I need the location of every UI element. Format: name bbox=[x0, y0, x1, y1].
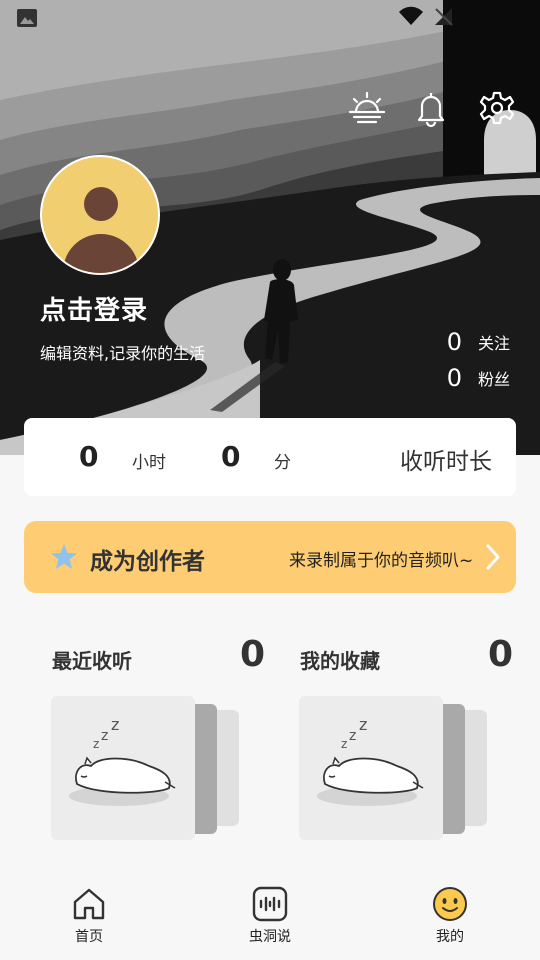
svg-text:z: z bbox=[341, 737, 347, 751]
hours-unit: 小时 bbox=[132, 453, 166, 473]
svg-text:z: z bbox=[101, 728, 108, 744]
star-icon bbox=[51, 544, 77, 569]
recent-listening-title[interactable]: 最近收听 bbox=[52, 645, 132, 674]
nav-label-home: 首页 bbox=[75, 929, 103, 945]
bell-icon bbox=[417, 93, 445, 128]
wifi-icon bbox=[399, 6, 423, 25]
avatar-head bbox=[84, 187, 118, 221]
signal-icon bbox=[435, 8, 453, 26]
svg-text:z: z bbox=[111, 716, 119, 734]
empty-state-card: z z z bbox=[299, 696, 443, 840]
following-count: 0 bbox=[446, 328, 462, 356]
favorites-card[interactable]: z z z bbox=[299, 696, 489, 841]
avatar[interactable] bbox=[40, 155, 160, 275]
chevron-right-icon bbox=[486, 544, 500, 570]
sunrise-button[interactable] bbox=[347, 88, 387, 128]
nav-item-home[interactable]: 首页 bbox=[39, 886, 139, 956]
status-bar-icons bbox=[398, 6, 454, 26]
edit-profile-hint[interactable]: 编辑资料,记录你的生活 bbox=[40, 340, 205, 364]
nav-label-mine: 我的 bbox=[436, 929, 464, 945]
settings-button[interactable] bbox=[477, 88, 517, 128]
following-stat[interactable]: 0 关注 bbox=[442, 328, 510, 356]
svg-text:z: z bbox=[93, 737, 99, 751]
creator-title: 成为创作者 bbox=[90, 549, 205, 575]
favorites-title[interactable]: 我的收藏 bbox=[300, 645, 380, 674]
gear-icon bbox=[479, 91, 515, 125]
hours-value: 0 bbox=[79, 440, 99, 473]
audio-wave-icon bbox=[252, 886, 288, 922]
home-icon bbox=[73, 888, 105, 920]
following-label: 关注 bbox=[477, 334, 510, 353]
sunrise-icon bbox=[348, 91, 386, 124]
nav-item-wormhole[interactable]: 虫洞说 bbox=[220, 886, 320, 956]
followers-label: 粉丝 bbox=[477, 370, 510, 389]
empty-state-card: z z z bbox=[51, 696, 195, 840]
profile-header: 点击登录 编辑资料,记录你的生活 0 关注 0 粉丝 bbox=[0, 0, 540, 455]
avatar-body bbox=[63, 234, 139, 273]
favorites-count: 0 bbox=[488, 634, 514, 675]
gallery-notification-icon bbox=[17, 9, 37, 27]
nav-label-wormhole: 虫洞说 bbox=[249, 929, 291, 945]
svg-text:z: z bbox=[359, 716, 367, 734]
listening-time-title: 收听时长 bbox=[400, 449, 492, 475]
nav-item-mine[interactable]: 我的 bbox=[400, 886, 500, 956]
followers-count: 0 bbox=[446, 364, 462, 392]
bottom-navigation: 首页 虫洞说 我的 bbox=[0, 878, 540, 960]
sleeping-animal-icon: z z z bbox=[69, 716, 176, 806]
recent-listening-card[interactable]: z z z bbox=[51, 696, 241, 841]
minutes-value: 0 bbox=[221, 440, 241, 473]
notification-button[interactable] bbox=[411, 88, 451, 128]
become-creator-banner[interactable]: 成为创作者 来录制属于你的音频叭~ bbox=[24, 521, 516, 593]
sleeping-animal-icon: z z z bbox=[317, 716, 424, 806]
login-link[interactable]: 点击登录 bbox=[40, 290, 148, 327]
creator-subtitle: 来录制属于你的音频叭~ bbox=[289, 551, 474, 571]
recent-listening-count: 0 bbox=[240, 634, 266, 675]
followers-stat[interactable]: 0 粉丝 bbox=[442, 364, 510, 392]
minutes-unit: 分 bbox=[274, 453, 291, 473]
svg-text:z: z bbox=[349, 728, 356, 744]
smiley-icon bbox=[433, 887, 467, 921]
listening-time-card: 0 小时 0 分 收听时长 bbox=[24, 418, 516, 496]
